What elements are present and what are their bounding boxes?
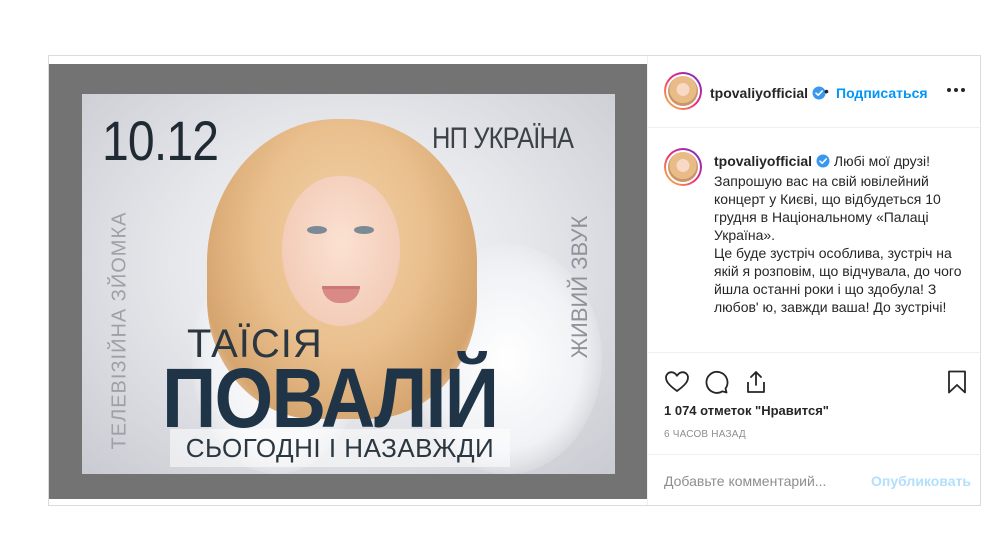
share-icon[interactable]	[743, 369, 769, 395]
caption-username-link[interactable]: tpovaliyofficial	[714, 153, 812, 169]
poster-date: 10.12	[102, 109, 219, 172]
follow-button[interactable]: Подписаться	[836, 85, 928, 101]
post-actions: 1 074 отметок "Нравится" 6 ЧАСОВ НАЗАД О…	[648, 352, 982, 507]
portrait-eye	[307, 226, 327, 234]
poster-left-vertical: ТЕЛЕВІЗІЙНА ЗЙОМКА	[100, 209, 131, 450]
caption-section: tpovaliyofficial Любі мої друзі! Запрошу…	[648, 128, 982, 352]
caption-text: Любі мої друзі! Запрошую вас на свій юві…	[714, 153, 962, 315]
comment-form: Опубликовать	[648, 454, 982, 508]
bookmark-icon[interactable]	[944, 369, 970, 395]
poster-venue: НП УКРАЇНА	[432, 122, 574, 155]
heart-icon[interactable]	[664, 369, 690, 395]
post-side-panel: tpovaliyofficial • Подписаться tpovaliyo…	[647, 56, 982, 505]
avatar[interactable]	[664, 148, 702, 186]
post-media[interactable]: 10.12 НП УКРАЇНА ТЕЛЕВІЗІЙНА ЗЙОМКА ЖИВИ…	[49, 64, 647, 499]
concert-poster-image: 10.12 НП УКРАЇНА ТЕЛЕВІЗІЙНА ЗЙОМКА ЖИВИ…	[82, 94, 615, 474]
header-user: tpovaliyofficial	[710, 85, 826, 105]
comment-input[interactable]	[664, 471, 874, 491]
poster-tagline: СЬОГОДНІ І НАЗАВЖДИ	[170, 429, 510, 467]
instagram-post: 10.12 НП УКРАЇНА ТЕЛЕВІЗІЙНА ЗЙОМКА ЖИВИ…	[48, 55, 982, 506]
portrait-eye	[354, 226, 374, 234]
post-header: tpovaliyofficial • Подписаться	[648, 56, 982, 128]
username-link[interactable]: tpovaliyofficial	[710, 85, 808, 101]
poster-left-vertical-text: ТЕЛЕВІЗІЙНА ЗЙОМКА	[108, 211, 131, 450]
poster-right-vertical-text: ЖИВИЙ ЗВУК	[567, 215, 592, 359]
comment-icon[interactable]	[703, 369, 729, 395]
portrait-mouth	[322, 286, 360, 303]
portrait-face	[282, 176, 400, 326]
avatar[interactable]	[664, 72, 702, 110]
separator-dot: •	[824, 83, 829, 99]
more-options-icon[interactable]	[944, 80, 968, 100]
likes-count[interactable]: 1 074 отметок "Нравится"	[664, 403, 829, 418]
poster-right-vertical: ЖИВИЙ ЗВУК	[567, 189, 592, 379]
post-timestamp[interactable]: 6 ЧАСОВ НАЗАД	[664, 429, 746, 440]
caption: tpovaliyofficial Любі мої друзі! Запрошу…	[714, 152, 970, 316]
publish-button[interactable]: Опубликовать	[871, 473, 971, 489]
verified-badge-icon	[816, 154, 830, 172]
